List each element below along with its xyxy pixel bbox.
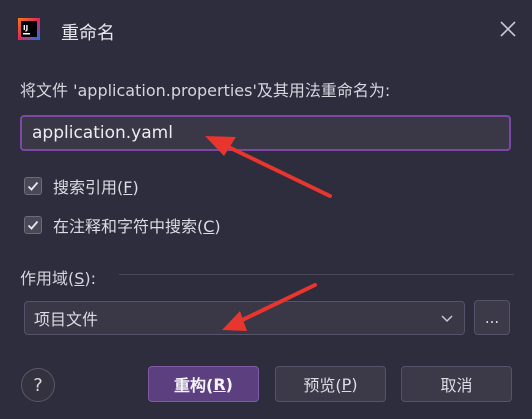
help-button[interactable]: ? [21,368,55,402]
check-icon [27,220,39,230]
intellij-icon: IJ [18,18,40,40]
preview-button[interactable]: 预览(P) [275,366,386,402]
scope-selected-value: 项目文件 [34,310,99,329]
new-name-input[interactable] [20,115,511,151]
annotation-overlay [205,136,332,331]
title-bar: IJ 重命名 [0,0,532,62]
scope-dropdown[interactable]: 项目文件 [24,301,465,335]
search-references-label: 搜索引用(F) [53,178,139,197]
checkbox-checked[interactable] [24,216,42,234]
cancel-button[interactable]: 取消 [401,366,512,402]
rename-dialog: IJ 重命名 将文件 'application.properties'及其用法重… [0,0,532,419]
search-comments-label: 在注释和字符中搜索(C) [53,217,221,236]
browse-scope-button[interactable]: ... [474,300,510,335]
check-icon [27,181,39,191]
close-icon[interactable] [496,17,520,41]
checkbox-checked[interactable] [24,177,42,195]
chevron-down-icon [441,315,453,323]
scope-label: 作用域(S): [20,269,97,288]
divider [119,274,514,275]
rename-prompt: 将文件 'application.properties'及其用法重命名为: [20,81,391,100]
search-comments-checkbox[interactable]: 在注释和字符中搜索(C) [24,214,221,236]
svg-text:IJ: IJ [23,24,28,32]
dialog-title: 重命名 [61,23,115,44]
search-references-checkbox[interactable]: 搜索引用(F) [24,175,139,197]
refactor-button[interactable]: 重构(R) [148,366,259,402]
